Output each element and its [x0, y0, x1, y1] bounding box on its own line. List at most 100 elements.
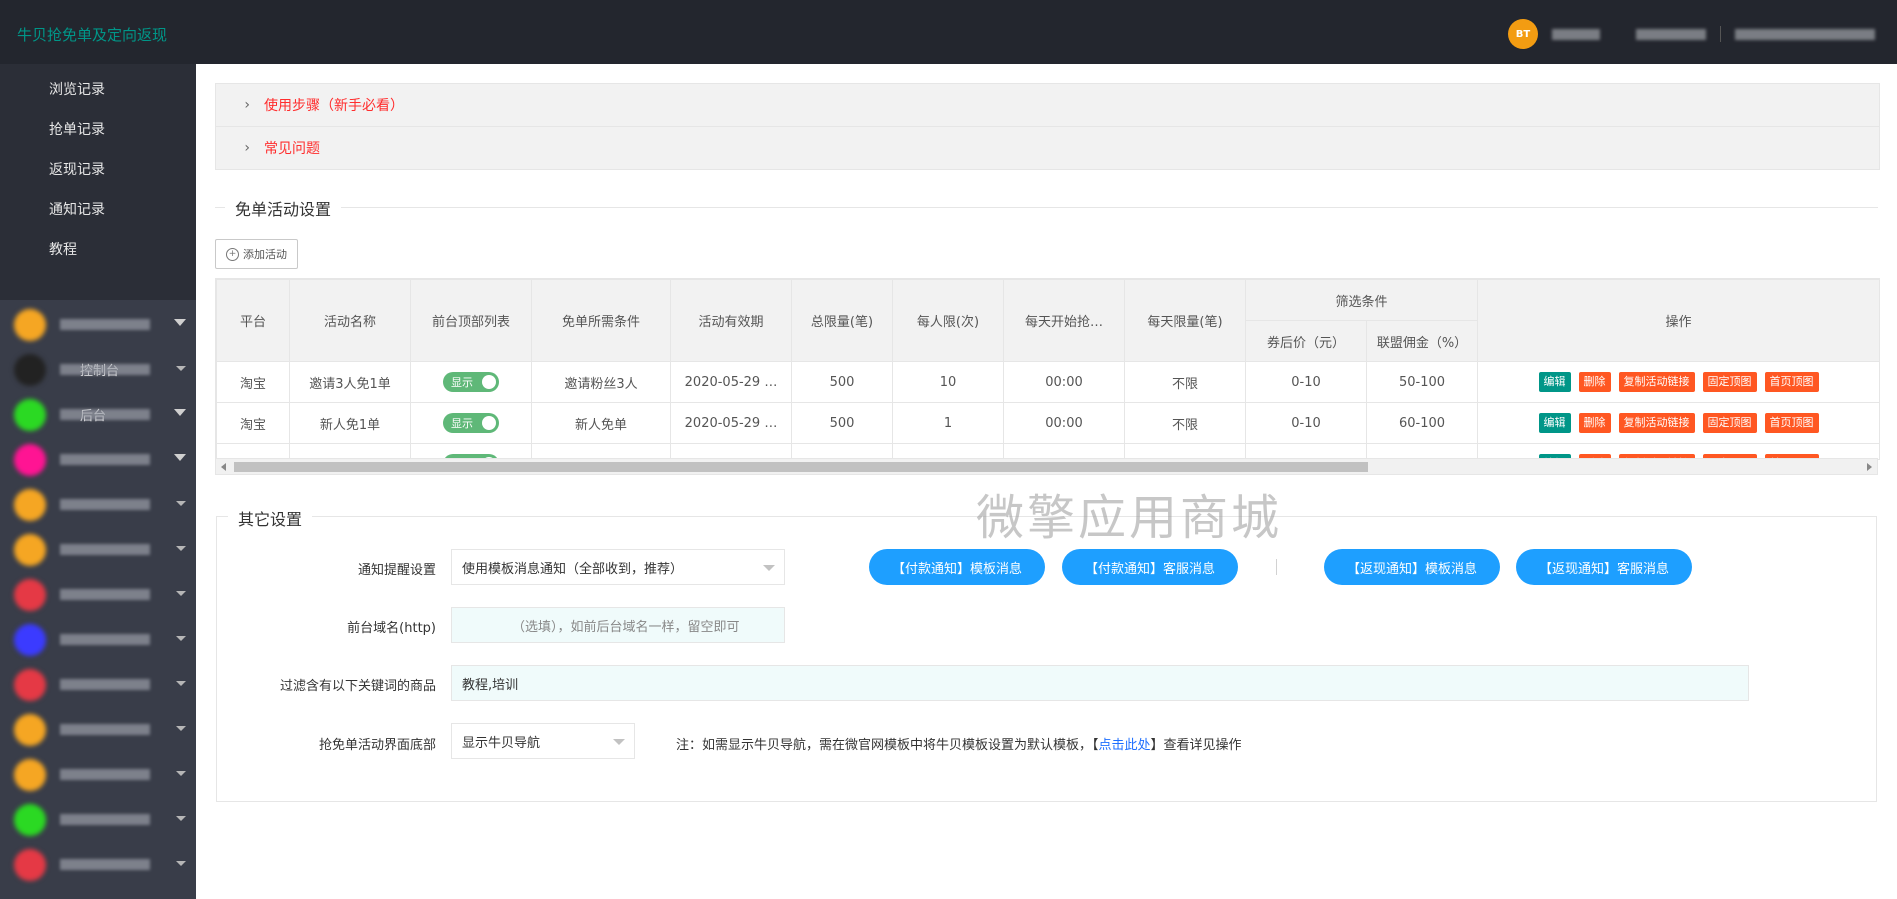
- cashback-notice-service-button[interactable]: 【返现通知】客服消息: [1516, 549, 1692, 585]
- pay-notice-template-button[interactable]: 【付款通知】模板消息: [869, 549, 1045, 585]
- plugin-icon: [14, 443, 46, 476]
- plugin-icon: [14, 848, 46, 881]
- chevron-right-icon: ›: [244, 97, 250, 113]
- plugin-icon: [14, 758, 46, 791]
- top-divider: [1720, 26, 1721, 42]
- fixed-top-image-button[interactable]: 固定顶图: [1702, 413, 1757, 433]
- plugin-item[interactable]: [0, 752, 196, 797]
- delete-button[interactable]: 删除: [1578, 413, 1611, 433]
- plugin-icon: [14, 308, 46, 341]
- copy-link-button[interactable]: 复制活动链接: [1618, 413, 1695, 433]
- chevron-down-icon: [613, 739, 625, 745]
- plugin-item[interactable]: 后台: [0, 392, 196, 437]
- pay-notice-service-button[interactable]: 【付款通知】客服消息: [1062, 549, 1238, 585]
- copy-link-button[interactable]: 复制活动链接: [1618, 372, 1695, 392]
- username-blurred[interactable]: [1552, 28, 1600, 40]
- th-daily-limit: 每天限量(笔): [1124, 279, 1246, 362]
- edit-button[interactable]: 编辑: [1538, 372, 1571, 392]
- avatar[interactable]: BT: [1508, 19, 1538, 49]
- plugin-item[interactable]: [0, 797, 196, 842]
- chevron-down-icon[interactable]: [174, 319, 186, 326]
- fixed-top-image-button[interactable]: 固定顶图: [1702, 372, 1757, 392]
- cell-name: 邀请3人免1单: [289, 361, 411, 403]
- sidebar-item[interactable]: 通知记录: [0, 190, 196, 230]
- chevron-down-icon[interactable]: [174, 454, 186, 461]
- th-validity: 活动有效期: [670, 279, 792, 362]
- nav-note-suffix: 】查看详见操作: [1150, 738, 1242, 753]
- cell-price: 0-10: [1245, 361, 1367, 403]
- th-per-person: 每人限(次): [892, 279, 1004, 362]
- collapse-item-steps[interactable]: › 使用步骤（新手必看）: [216, 84, 1879, 127]
- chevron-down-icon[interactable]: [176, 726, 186, 731]
- plugin-item[interactable]: [0, 482, 196, 527]
- sidebar-item[interactable]: 抢单记录: [0, 110, 196, 150]
- th-top-list: 前台顶部列表: [410, 279, 532, 362]
- page-bottom-select[interactable]: 显示牛贝导航: [451, 723, 635, 759]
- collapse-item-faq[interactable]: › 常见问题: [216, 127, 1879, 169]
- cell-total: 500: [791, 402, 893, 444]
- notify-select-value: 使用模板消息通知（全部收到，推荐）: [462, 561, 684, 577]
- plugin-item[interactable]: [0, 572, 196, 617]
- top-list-toggle[interactable]: 显示: [443, 372, 499, 392]
- chevron-down-icon: [763, 565, 775, 571]
- collapse-title: 常见问题: [264, 141, 320, 157]
- app-title[interactable]: 牛贝抢免单及定向返现: [17, 24, 167, 45]
- sidebar-item[interactable]: 教程: [0, 230, 196, 270]
- plugin-item[interactable]: 控制台: [0, 347, 196, 392]
- page-bottom-label: 抢免单活动界面底部: [318, 738, 436, 753]
- filter-keywords-input[interactable]: 教程,培训: [451, 665, 1749, 701]
- cell-platform: 淘宝: [216, 402, 290, 444]
- scroll-thumb[interactable]: [234, 462, 1368, 472]
- plugin-name-blurred: [60, 454, 150, 465]
- plugin-name-blurred: [60, 319, 150, 330]
- chevron-down-icon[interactable]: [176, 771, 186, 776]
- cell-per-person: 1: [892, 402, 1004, 444]
- delete-button[interactable]: 删除: [1578, 372, 1611, 392]
- chevron-down-icon[interactable]: [176, 591, 186, 596]
- chevron-down-icon[interactable]: [176, 366, 186, 371]
- sidebar-item[interactable]: 返现记录: [0, 150, 196, 190]
- chevron-down-icon[interactable]: [176, 636, 186, 641]
- sidebar: 浏览记录抢单记录返现记录通知记录教程 控制台后台: [0, 64, 196, 899]
- cell-validity: 2020-05-29 …: [670, 361, 792, 403]
- top-link-blurred[interactable]: [1636, 28, 1706, 40]
- plugin-item[interactable]: [0, 842, 196, 887]
- add-activity-button[interactable]: + 添加活动: [215, 239, 298, 269]
- edit-button[interactable]: 编辑: [1538, 413, 1571, 433]
- add-activity-label: 添加活动: [243, 248, 287, 261]
- activity-table: 平台 活动名称 前台顶部列表 免单所需条件 活动有效期 总限量(笔) 每人限(次…: [215, 278, 1880, 460]
- top-link-blurred-2[interactable]: [1735, 28, 1875, 40]
- plugin-icon: [14, 578, 46, 611]
- plugin-item[interactable]: [0, 527, 196, 572]
- top-list-toggle[interactable]: 显示: [443, 413, 499, 433]
- section-divider: [215, 207, 1878, 208]
- plugin-item[interactable]: [0, 707, 196, 752]
- domain-input[interactable]: （选填），如前后台域名一样，留空即可: [451, 607, 785, 643]
- sidebar-item[interactable]: 浏览记录: [0, 70, 196, 110]
- plugin-item[interactable]: [0, 437, 196, 482]
- home-top-image-button[interactable]: 首页顶图: [1764, 372, 1819, 392]
- chevron-down-icon[interactable]: [176, 681, 186, 686]
- nav-note-link[interactable]: 点击此处: [1099, 738, 1151, 753]
- plugin-list: 控制台后台: [0, 300, 196, 887]
- chevron-down-icon[interactable]: [176, 816, 186, 821]
- cell-start: 00:00: [1003, 361, 1125, 403]
- plugin-icon: [14, 623, 46, 656]
- chevron-down-icon[interactable]: [176, 546, 186, 551]
- scroll-left-icon[interactable]: [221, 463, 226, 471]
- plugin-item[interactable]: [0, 662, 196, 707]
- plugin-item[interactable]: [0, 617, 196, 662]
- pill-separator: [1276, 559, 1277, 575]
- table-horizontal-scrollbar[interactable]: [215, 458, 1878, 475]
- scroll-right-icon[interactable]: [1867, 463, 1872, 471]
- page-bottom-select-value: 显示牛贝导航: [462, 735, 541, 751]
- table-row: 淘宝 邀请3人免1单 显示 邀请粉丝3人 2020-05-29 … 500 10 00:00 不…: [216, 361, 1879, 403]
- plugin-item[interactable]: [0, 302, 196, 347]
- chevron-down-icon[interactable]: [176, 501, 186, 506]
- chevron-down-icon[interactable]: [174, 409, 186, 416]
- notify-select[interactable]: 使用模板消息通知（全部收到，推荐）: [451, 549, 785, 585]
- cashback-notice-template-button[interactable]: 【返现通知】模板消息: [1324, 549, 1500, 585]
- toggle-label: 显示: [451, 376, 473, 389]
- chevron-down-icon[interactable]: [176, 861, 186, 866]
- home-top-image-button[interactable]: 首页顶图: [1764, 413, 1819, 433]
